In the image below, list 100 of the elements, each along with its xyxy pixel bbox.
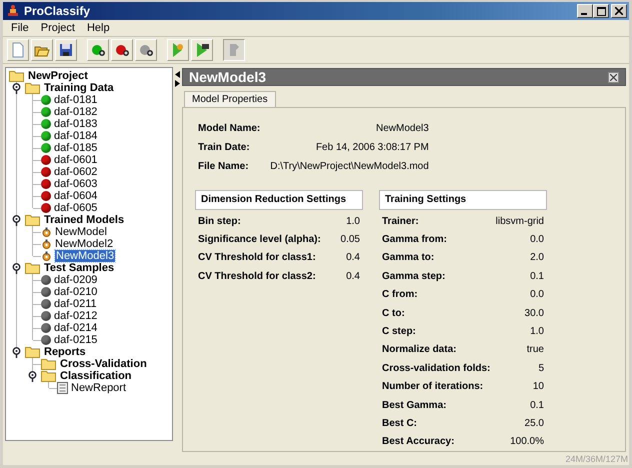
minimize-button[interactable] — [577, 4, 593, 18]
tree-item[interactable]: NewModel — [41, 226, 109, 238]
save-button[interactable] — [55, 39, 77, 61]
setting-value: 25.0 — [524, 418, 544, 429]
tree-item[interactable]: daf-0185 — [41, 142, 100, 154]
tree-item[interactable]: daf-0183 — [41, 118, 100, 130]
blank-page-icon — [10, 42, 26, 58]
folder-item[interactable]: NewProject — [9, 70, 90, 82]
setting-label: Gamma step: — [382, 270, 446, 282]
tree-item[interactable]: daf-0601 — [41, 154, 100, 166]
collapse-handle-icon[interactable] — [12, 347, 21, 358]
setting-label: Best Gamma: — [382, 400, 446, 411]
tree-item[interactable]: daf-0182 — [41, 106, 100, 118]
close-icon — [610, 74, 617, 80]
collapse-handle-icon[interactable] — [12, 83, 21, 94]
setting-label: CV Threshold for class1: — [198, 252, 316, 264]
add-sample-button[interactable] — [87, 39, 109, 61]
folder-item[interactable]: Test Samples — [25, 262, 116, 274]
folder-icon — [25, 82, 41, 94]
classify-button[interactable] — [191, 39, 213, 61]
folder-icon — [41, 358, 57, 370]
close-icon — [615, 7, 623, 15]
folder-icon — [41, 370, 57, 382]
setting-label: Significance level (alpha): — [198, 234, 321, 246]
collapse-handle-icon[interactable] — [12, 215, 21, 226]
add-sample-button[interactable] — [135, 39, 157, 61]
setting-label: C to: — [382, 308, 405, 319]
folder-item[interactable]: Cross-Validation — [41, 358, 149, 370]
folder-icon — [25, 262, 41, 274]
folder-icon — [25, 346, 41, 358]
menu-item[interactable]: File — [5, 22, 35, 34]
folder-item[interactable]: Trained Models — [25, 214, 126, 226]
setting-value: 0.1 — [530, 400, 544, 411]
setting-label: Normalize data: — [382, 344, 456, 356]
menu-item[interactable]: Project — [34, 22, 81, 34]
property-label: Model Name: — [198, 122, 260, 135]
tree-item[interactable]: NewModel2 — [41, 238, 116, 250]
maximize-button[interactable] — [593, 4, 609, 18]
setting-value: 0.4 — [346, 252, 360, 264]
setting-label: Cross-validation folds: — [382, 362, 490, 374]
setting-value: 10 — [532, 381, 544, 392]
gear-icon — [41, 250, 52, 262]
flag-icon — [194, 42, 210, 58]
tree-item[interactable]: daf-0215 — [41, 334, 100, 346]
tree-item[interactable]: daf-0184 — [41, 130, 100, 142]
setting-value: 30.0 — [524, 308, 544, 319]
tree-item[interactable]: daf-0212 — [41, 310, 100, 322]
setting-value: 0.1 — [530, 270, 544, 282]
new-button[interactable] — [7, 39, 29, 61]
setting-value: 0.0 — [530, 289, 544, 300]
window-title: ProClassify — [24, 4, 90, 18]
setting-value: 100.0% — [510, 436, 544, 448]
setting-value: 5 — [538, 362, 544, 374]
tree-item[interactable]: daf-0604 — [41, 190, 100, 202]
model-title: NewModel3 — [189, 69, 266, 85]
folder-icon — [9, 70, 25, 82]
add-sample-button[interactable] — [111, 39, 133, 61]
tree-item[interactable]: daf-0603 — [41, 178, 100, 190]
setting-value: true — [526, 344, 544, 356]
collapse-handle-icon[interactable] — [12, 263, 21, 274]
ball-plus-icon — [90, 42, 106, 58]
menu-item[interactable]: Help — [80, 22, 116, 34]
expand-right-icon[interactable] — [175, 80, 180, 87]
setting-label: Gamma to: — [382, 252, 434, 264]
setting-label: C from: — [382, 289, 418, 300]
tree-item[interactable]: daf-0210 — [41, 286, 100, 298]
collapse-handle-icon[interactable] — [28, 371, 37, 382]
collapse-left-icon[interactable] — [175, 71, 180, 78]
tree-item[interactable]: NewReport — [57, 382, 128, 394]
setting-value: 2.0 — [530, 252, 544, 264]
property-value: Feb 14, 2006 3:08:17 PM — [314, 141, 429, 154]
setting-label: Best C: — [382, 418, 418, 429]
setting-value: 1.0 — [530, 326, 544, 338]
close-button[interactable] — [608, 72, 619, 82]
setting-value: 0.4 — [346, 270, 360, 282]
folder-item[interactable]: Classification — [41, 370, 134, 382]
tree-item[interactable]: daf-0181 — [41, 94, 100, 106]
setting-label: Trainer: — [382, 216, 419, 227]
property-label: File Name: — [198, 160, 250, 173]
tree-item[interactable]: daf-0605 — [41, 202, 100, 214]
memory-usage: 24M/36M/127M — [565, 454, 628, 464]
tab[interactable]: Model Properties — [184, 91, 276, 107]
app-icon — [6, 4, 20, 18]
setting-value: libsvm-grid — [496, 216, 544, 227]
maximize-icon — [596, 6, 606, 16]
tree-item[interactable]: daf-0214 — [41, 322, 100, 334]
flag-icon — [170, 42, 186, 58]
open-button[interactable] — [31, 39, 53, 61]
property-label: Train Date: — [198, 141, 251, 154]
tree-item[interactable]: daf-0602 — [41, 166, 100, 178]
tree-item[interactable]: daf-0211 — [41, 298, 99, 310]
folder-item[interactable]: Training Data — [25, 82, 116, 94]
document-icon — [57, 382, 68, 394]
setting-label: Gamma from: — [382, 234, 448, 246]
ball-plus-icon — [138, 42, 154, 58]
section-header: Dimension Reduction Settings — [195, 190, 363, 210]
tree-item[interactable]: daf-0209 — [41, 274, 100, 286]
setting-label: Number of iterations: — [382, 381, 484, 392]
folder-item[interactable]: Reports — [25, 346, 88, 358]
setting-value: 0.05 — [340, 234, 360, 246]
